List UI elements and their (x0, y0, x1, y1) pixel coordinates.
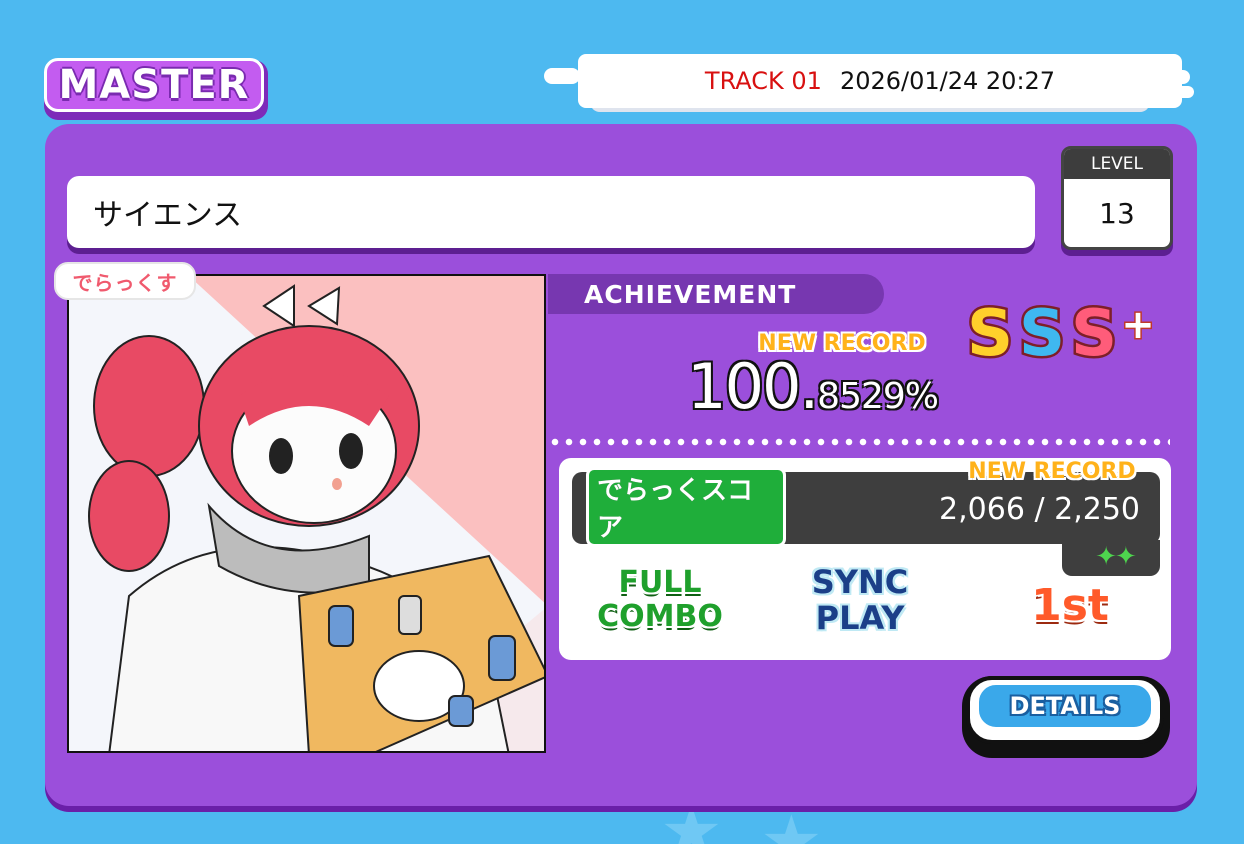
play-datetime: 2026/01/24 20:27 (839, 67, 1056, 95)
achievement-score-int: 100. (687, 350, 819, 423)
difficulty-label: MASTER (58, 62, 250, 108)
level-label: LEVEL (1064, 149, 1170, 179)
achievement-score: 100. 8529% (687, 350, 939, 423)
sync-play-line1: SYNC (811, 563, 909, 601)
achievement-label: ACHIEVEMENT (548, 274, 884, 314)
level-value: 13 (1099, 196, 1135, 230)
rank-letter: S (1068, 295, 1119, 374)
dx-new-record: NEW RECORD (968, 459, 1136, 484)
track-number: TRACK 01 (704, 67, 822, 95)
dx-stars-icon: ✦✦ (1095, 542, 1137, 572)
full-combo-line1: FULL (618, 565, 702, 600)
rank-letter: S (964, 295, 1015, 374)
sync-play-line2: PLAY (815, 599, 905, 637)
jacket-illustration (88, 276, 544, 751)
rank-badge: S S S + (964, 295, 1170, 374)
dx-score-label: でらっくスコア (586, 467, 786, 547)
full-combo-badge: FULL COMBO (590, 566, 730, 642)
full-combo-line2: COMBO (597, 599, 723, 634)
rank-letter: S (1016, 295, 1067, 374)
song-title: サイエンス (67, 176, 1035, 248)
sync-play-badge: SYNC PLAY (790, 564, 930, 640)
level-box: LEVEL 13 (1061, 146, 1173, 250)
source-badge: でらっくす (54, 262, 196, 300)
placement-badge: 1st (1031, 580, 1109, 631)
rank-plus: + (1120, 301, 1157, 350)
dx-score-value: 2,066 / 2,250 (939, 491, 1140, 527)
achievement-score-dec: 8529% (817, 376, 939, 417)
track-info: TRACK 01 2026/01/24 20:27 (578, 54, 1182, 108)
dotted-divider (548, 438, 1170, 446)
cloud-puff (544, 68, 580, 84)
song-jacket-image (67, 274, 546, 753)
details-button-label[interactable]: DETAILS (976, 682, 1154, 730)
